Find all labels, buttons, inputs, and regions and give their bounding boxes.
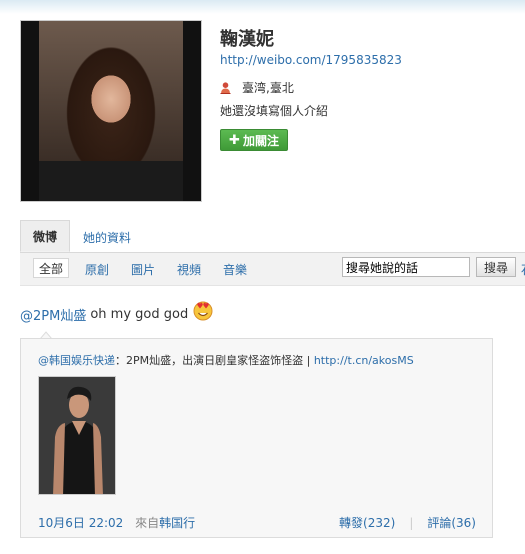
filter-music[interactable]: 音樂 (223, 261, 247, 278)
repost-actions: 轉發(232) | 評論(36) (339, 514, 476, 531)
post-body: oh my god god (90, 306, 189, 322)
repost-author-link[interactable]: @韩国娱乐快递 (38, 354, 115, 367)
clipped-link[interactable]: 石 (521, 261, 525, 278)
feed-filter-bar: 全部 原創 圖片 視頻 音樂 搜尋 石 (20, 253, 525, 286)
post-mention-link[interactable]: @2PM灿盛 (20, 305, 86, 324)
repost-text: @韩国娱乐快递：2PM灿盛，出演日剧皇家怪盗饰怪盗 | http://t.cn/… (38, 352, 414, 368)
repost-time-link[interactable]: 10月6日 22:02 (38, 516, 123, 530)
heart-eyes-emoji-icon (192, 299, 214, 321)
repost-separator: ： (115, 354, 126, 367)
repost-body: 2PM灿盛，出演日剧皇家怪盗饰怪盗 | (126, 354, 314, 367)
follow-label: 加關注 (242, 133, 279, 148)
repost-source-link[interactable]: 韩国行 (159, 516, 195, 530)
filter-videos[interactable]: 視頻 (177, 261, 201, 278)
follow-button[interactable]: ✚ 加關注 (220, 129, 288, 151)
profile-url-link[interactable]: http://weibo.com/1795835823 (220, 53, 402, 67)
comment-link[interactable]: 評論(36) (427, 514, 476, 531)
profile-tab-bar: 微博 她的資料 (20, 220, 525, 253)
filter-all[interactable]: 全部 (33, 258, 69, 278)
location-text: 臺湾,臺北 (242, 81, 294, 95)
repost-from-label: 來自 (135, 516, 160, 530)
top-gradient-band (0, 0, 525, 14)
repost-meta: 10月6日 22:02 來自韩国行 (38, 514, 195, 531)
filter-pictures[interactable]: 圖片 (131, 261, 155, 278)
plus-icon: ✚ (229, 132, 240, 148)
search-button[interactable]: 搜尋 (476, 257, 516, 277)
profile-location: 臺湾,臺北 (220, 79, 294, 96)
repost-image[interactable] (38, 376, 116, 495)
post-text: @2PM灿盛 oh my god god (20, 301, 214, 325)
search-input[interactable] (342, 257, 470, 277)
filter-original[interactable]: 原創 (85, 261, 109, 278)
profile-bio: 她還沒填寫個人介紹 (220, 104, 329, 118)
profile-name: 鞠漢妮 (220, 29, 274, 50)
profile-avatar[interactable] (20, 20, 202, 202)
avatar-shirt (39, 161, 183, 201)
action-separator: | (409, 515, 414, 530)
forward-link[interactable]: 轉發(232) (339, 514, 395, 531)
tab-weibo[interactable]: 微博 (20, 220, 70, 252)
repost-short-link[interactable]: http://t.cn/akosMS (314, 354, 414, 367)
repost-box: @韩国娱乐快递：2PM灿盛，出演日剧皇家怪盗饰怪盗 | http://t.cn/… (20, 338, 493, 538)
tab-her-profile[interactable]: 她的資料 (83, 229, 131, 246)
female-user-icon (220, 81, 231, 94)
